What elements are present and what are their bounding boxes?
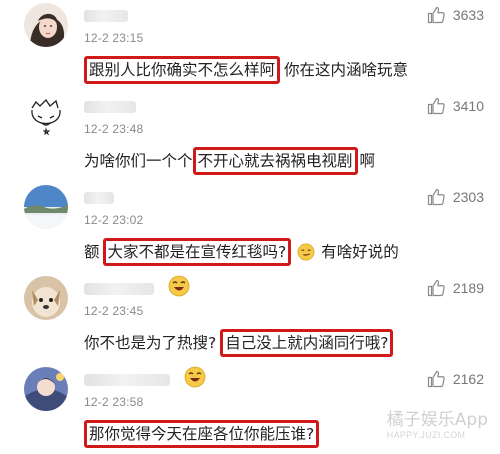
comment-text-pre: 你不也是为了热搜?: [84, 334, 217, 352]
comment-time: 12-2 23:58: [84, 395, 144, 409]
user-avatar[interactable]: [24, 367, 68, 411]
comment-item: 12-2 23:02 2303 额 大家不都是在宣传红毯吗? 有啥好说的: [0, 182, 500, 273]
highlighted-text: 那你觉得今天在座各位你能压谁?: [84, 420, 320, 448]
comment-item: 12-2 23:48 3410 为啥你们一个个 不开心就去祸祸电视剧 啊: [0, 91, 500, 182]
highlighted-text: 跟别人比你确实不怎么样阿: [84, 56, 281, 84]
laugh-emoji-icon: [184, 366, 206, 388]
like-count: 2162: [452, 371, 484, 387]
landscape-avatar-icon: [24, 185, 68, 229]
comment-item: 12-2 23:15 3633 跟别人比你确实不怎么样阿 你在这内涵啥玩意: [0, 0, 500, 91]
woman-photo-avatar-icon: [24, 3, 68, 47]
comment-text: 那你觉得今天在座各位你能压谁?: [84, 420, 320, 448]
highlighted-text: 大家不都是在宣传红毯吗?: [102, 238, 292, 266]
user-avatar[interactable]: [24, 94, 68, 138]
like-count: 3410: [452, 98, 484, 114]
thumbs-up-icon: [427, 97, 445, 115]
comment-time: 12-2 23:15: [84, 31, 144, 45]
doodle-face-avatar-icon: [24, 94, 68, 138]
watermark-sub: HAPPY.JUZI.COM: [386, 430, 466, 440]
comment-text: 你不也是为了热搜? 自己没上就内涵同行哦?: [84, 329, 394, 357]
comment-text: 额 大家不都是在宣传红毯吗? 有啥好说的: [84, 238, 399, 266]
anime-avatar-icon: [24, 367, 68, 411]
username-blurred[interactable]: [84, 374, 170, 386]
like-count: 2303: [452, 189, 484, 205]
like-button[interactable]: 2162: [427, 370, 484, 388]
watermark-main: 橘子娱乐App: [386, 410, 488, 430]
username-blurred[interactable]: [84, 10, 128, 22]
comment-text-post: 啊: [359, 152, 376, 170]
username-blurred[interactable]: [84, 192, 114, 204]
username-blurred[interactable]: [84, 283, 154, 295]
thumbs-up-icon: [427, 370, 445, 388]
user-avatar[interactable]: [24, 3, 68, 47]
like-count: 2189: [452, 280, 484, 296]
watermark: 橘子娱乐App HAPPY.JUZI.COM: [387, 405, 488, 440]
thumbs-up-icon: [427, 188, 445, 206]
laugh-emoji-icon: [168, 275, 190, 297]
comment-time: 12-2 23:45: [84, 304, 144, 318]
thumbs-up-icon: [427, 279, 445, 297]
like-button[interactable]: 3410: [427, 97, 484, 115]
user-avatar[interactable]: [24, 185, 68, 229]
like-count: 3633: [452, 7, 484, 23]
smirk-emoji-icon: [297, 243, 315, 261]
user-avatar[interactable]: [24, 276, 68, 320]
comment-time: 12-2 23:48: [84, 122, 144, 136]
comment-text: 跟别人比你确实不怎么样阿 你在这内涵啥玩意: [84, 56, 408, 84]
comment-text-post: 你在这内涵啥玩意: [284, 61, 409, 79]
like-button[interactable]: 2303: [427, 188, 484, 206]
highlighted-text: 自己没上就内涵同行哦?: [220, 329, 394, 357]
thumbs-up-icon: [427, 6, 445, 24]
comment-text: 为啥你们一个个 不开心就去祸祸电视剧 啊: [84, 147, 375, 175]
dog-avatar-icon: [24, 276, 68, 320]
username-blurred[interactable]: [84, 101, 136, 113]
comment-item: 12-2 23:45 2189 你不也是为了热搜? 自己没上就内涵同行哦?: [0, 273, 500, 364]
highlighted-text: 不开心就去祸祸电视剧: [192, 147, 358, 175]
comment-text-pre: 额: [84, 243, 100, 261]
comment-time: 12-2 23:02: [84, 213, 144, 227]
like-button[interactable]: 3633: [427, 6, 484, 24]
comment-text-pre: 为啥你们一个个: [84, 152, 193, 170]
like-button[interactable]: 2189: [427, 279, 484, 297]
comment-text-post: 有啥好说的: [321, 243, 399, 261]
